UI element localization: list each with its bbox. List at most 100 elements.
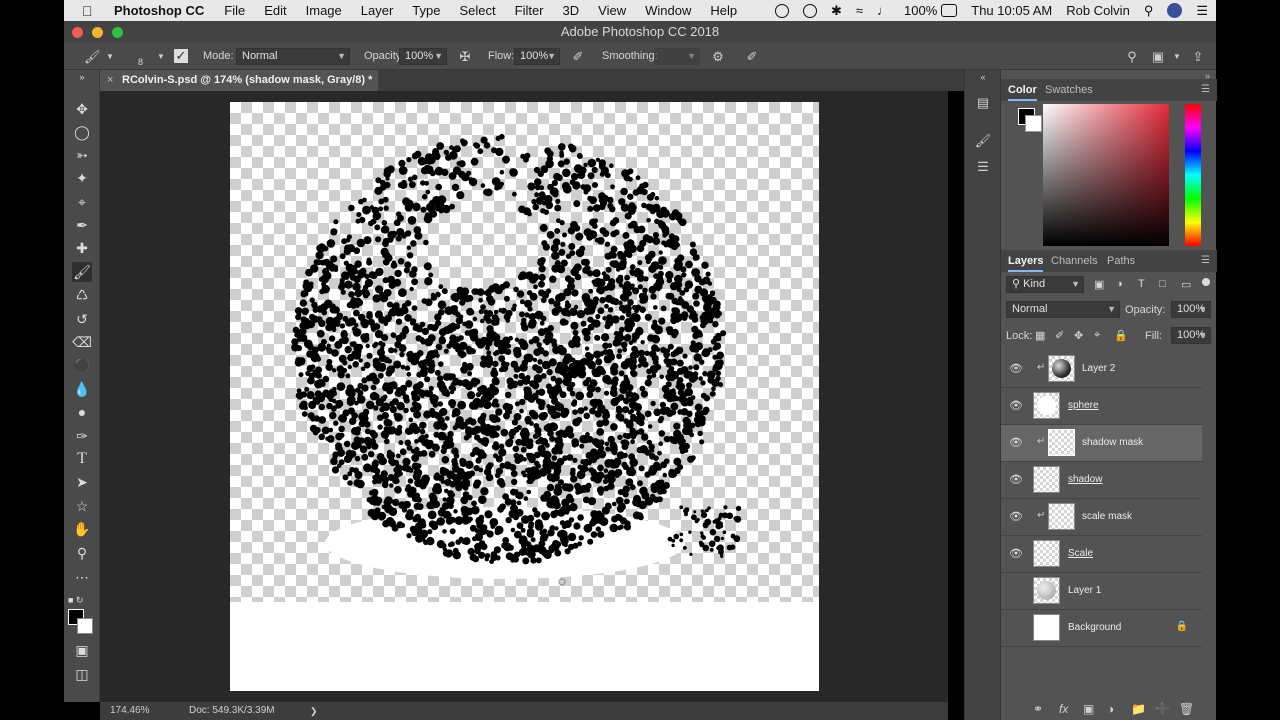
menu-file[interactable]: File [224, 3, 245, 18]
eraser-tool-icon[interactable]: ⌫ [72, 332, 92, 352]
visibility-eye-icon[interactable]: 👁 [1009, 547, 1023, 561]
blend-mode-select[interactable]: Normal ▼ [1006, 301, 1120, 318]
color-field[interactable] [1043, 104, 1169, 246]
status-arrow-icon[interactable]: ❯ [310, 702, 318, 720]
menu-select[interactable]: Select [459, 3, 495, 18]
crop-tool-icon[interactable]: ⌖ [72, 192, 92, 212]
zoom-level[interactable]: 174.46% [110, 702, 149, 720]
chevron-down-icon[interactable]: ▼ [153, 49, 169, 65]
background-color[interactable] [1025, 115, 1042, 132]
delete-layer-icon[interactable]: 🗑 [1179, 702, 1194, 716]
type-tool-icon[interactable]: T [72, 449, 92, 469]
brushes-panel-icon[interactable]: 🖌 [974, 132, 992, 150]
share-icon[interactable]: ⇪ [1190, 49, 1206, 65]
hue-slider[interactable] [1185, 104, 1201, 246]
layer-row-layer-1[interactable]: 👁 Layer 1 [1001, 573, 1202, 610]
menu-type[interactable]: Type [412, 3, 440, 18]
search-icon[interactable]: ⚲ [1124, 49, 1140, 65]
chevron-down-icon[interactable]: ▼ [1169, 49, 1185, 65]
layer-name[interactable]: scale mask [1082, 511, 1132, 522]
user-name[interactable]: Rob Colvin [1066, 3, 1130, 18]
filter-smart-object-icon[interactable]: ▭ [1181, 278, 1191, 291]
shape-tool-icon[interactable]: ☆ [72, 496, 92, 516]
battery-icon[interactable] [941, 4, 958, 17]
layer-name[interactable]: Background [1068, 622, 1121, 633]
brush-preset-icon[interactable]: 🖌 [84, 49, 101, 65]
filter-pixel-icon[interactable]: ▣ [1094, 278, 1104, 291]
layer-filter-select[interactable]: ⚲ Kind ▼ [1006, 276, 1084, 293]
new-group-icon[interactable]: 📁 [1131, 702, 1146, 716]
document-size[interactable]: Doc: 549.3K/3.39M [189, 702, 275, 720]
filter-type-icon[interactable]: T [1138, 278, 1145, 290]
spotlight-icon[interactable]: ⚲ [1144, 3, 1154, 19]
app-menu[interactable]: Photoshop CC [114, 3, 204, 18]
healing-brush-tool-icon[interactable]: ✚ [72, 238, 92, 258]
lock-all-icon[interactable]: 🔒 [1114, 329, 1128, 342]
layer-name[interactable]: Layer 1 [1068, 585, 1101, 596]
swap-colors-icon[interactable]: ■ ↻ [68, 590, 96, 610]
layer-name[interactable]: Layer 2 [1082, 363, 1115, 374]
lock-position-icon[interactable]: ✥ [1074, 329, 1083, 342]
visibility-eye-icon[interactable]: 👁 [1009, 510, 1023, 524]
lock-transparency-icon[interactable]: ▦ [1035, 329, 1045, 342]
menu-window[interactable]: Window [645, 3, 691, 18]
stamp-tool-icon[interactable]: ♺ [72, 285, 92, 305]
add-mask-icon[interactable]: ▣ [1083, 702, 1094, 716]
layer-name[interactable]: shadow [1068, 474, 1102, 485]
volume-icon[interactable]: ♩ [877, 3, 890, 18]
blur-tool-icon[interactable]: 💧 [72, 379, 92, 399]
close-window-button[interactable] [72, 27, 83, 38]
tab-layers[interactable]: Layers [1008, 250, 1044, 272]
flow-field[interactable]: 100% ▼ [514, 48, 560, 65]
layer-row-scale-mask[interactable]: 👁 ↵ scale mask [1001, 499, 1202, 536]
menu-image[interactable]: Image [306, 3, 342, 18]
move-tool-icon[interactable]: ✥ [72, 99, 92, 119]
paint-bucket-tool-icon[interactable]: ⚫ [72, 355, 92, 375]
pressure-size-icon[interactable]: ✐ [744, 49, 760, 65]
filter-adjustment-icon[interactable]: ◑ [1116, 278, 1123, 290]
visibility-eye-icon[interactable]: 👁 [1009, 362, 1023, 376]
adjustment-layer-icon[interactable]: ◑ [1107, 702, 1114, 716]
chevron-down-icon[interactable]: ▼ [102, 49, 118, 65]
more-tools-icon[interactable]: ⋯ [72, 567, 92, 587]
airbrush-icon[interactable]: ✐ [570, 49, 586, 65]
lock-pixels-icon[interactable]: ✐ [1055, 329, 1064, 342]
clock[interactable]: Thu 10:05 AM [971, 3, 1052, 18]
marquee-tool-icon[interactable]: ◯ [72, 122, 92, 142]
collapse-chevron-icon[interactable]: « [974, 70, 992, 84]
menu-filter[interactable]: Filter [515, 3, 544, 18]
history-brush-tool-icon[interactable]: ↺ [72, 309, 92, 329]
document-tab[interactable]: × RColvin-S.psd @ 174% (shadow mask, Gra… [100, 70, 378, 91]
layer-opacity-field[interactable]: 100% ▼ [1171, 301, 1211, 318]
close-tab-icon[interactable]: × [107, 70, 113, 91]
brush-tool-icon[interactable]: 🖌 [72, 262, 92, 282]
menu-3d[interactable]: 3D [563, 3, 580, 18]
brush-settings-icon[interactable]: ✓ [174, 49, 188, 63]
opacity-field[interactable]: 100% ▼ [399, 48, 447, 65]
visibility-eye-icon[interactable]: 👁 [1009, 399, 1023, 413]
layer-name[interactable]: shadow mask [1082, 437, 1143, 448]
menu-help[interactable]: Help [710, 3, 737, 18]
layer-row-background[interactable]: 👁 Background 🔒 [1001, 610, 1202, 647]
background-color-swatch[interactable] [77, 618, 93, 634]
screen-mode-icon[interactable]: ◫ [72, 664, 92, 684]
layer-name[interactable]: sphere [1068, 400, 1099, 411]
pressure-opacity-icon[interactable]: ✠ [457, 49, 473, 65]
lasso-tool-icon[interactable]: ➳ [72, 145, 92, 165]
layer-row-layer-2[interactable]: 👁 ↵ Layer 2 [1001, 351, 1202, 388]
tab-channels[interactable]: Channels [1051, 250, 1097, 272]
zoom-tool-icon[interactable]: ⚲ [72, 543, 92, 563]
layer-row-sphere[interactable]: 👁 sphere [1001, 388, 1202, 425]
lock-artboard-icon[interactable]: ⌖ [1094, 329, 1100, 342]
filter-shape-icon[interactable]: □ [1159, 278, 1166, 290]
quick-select-tool-icon[interactable]: ✦ [72, 168, 92, 188]
canvas-area[interactable] [100, 91, 948, 702]
fill-field[interactable]: 100% ▼ [1171, 327, 1211, 344]
panel-menu-icon[interactable]: ☰ [1201, 84, 1211, 95]
layer-style-icon[interactable]: fx [1059, 702, 1068, 716]
time-machine-icon[interactable] [802, 3, 817, 18]
eyedropper-tool-icon[interactable]: ✒ [72, 215, 92, 235]
visibility-eye-icon[interactable]: 👁 [1009, 473, 1023, 487]
siri-icon[interactable] [1167, 3, 1183, 18]
tab-paths[interactable]: Paths [1107, 250, 1135, 272]
